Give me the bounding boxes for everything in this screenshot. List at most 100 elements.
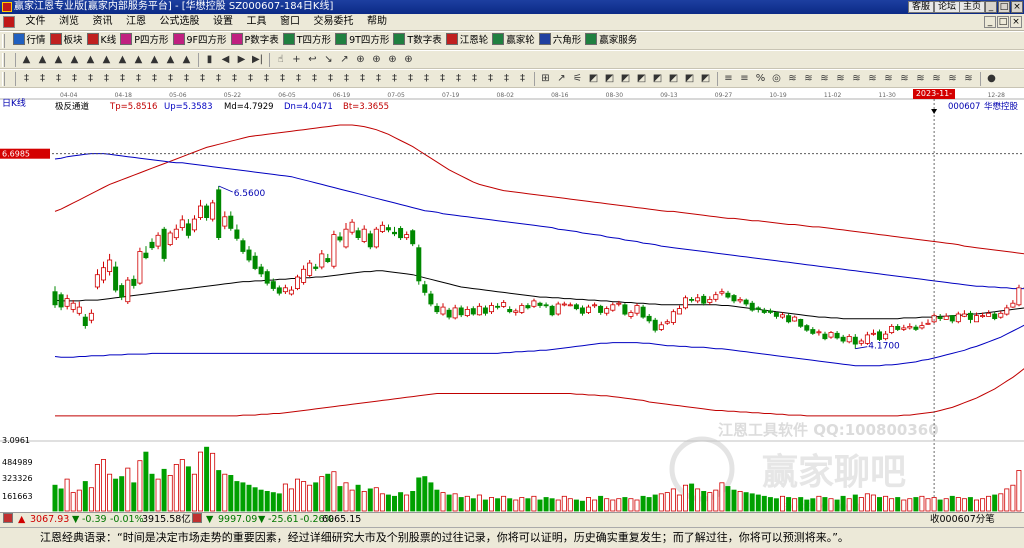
toolbar3-tool-50[interactable]: ≋ <box>785 71 801 87</box>
toolbar-button-11[interactable]: 六角形 <box>538 33 585 49</box>
menu-settings[interactable]: 设置 <box>208 14 238 30</box>
toolbar3-tool-56[interactable]: ≋ <box>881 71 897 87</box>
menu-file[interactable]: 文件 <box>21 14 51 30</box>
toolbar2-tool-4[interactable]: ▲ <box>67 52 83 68</box>
toolbar2-tool-5[interactable]: ▲ <box>83 52 99 68</box>
toolbar3-tool-1[interactable]: ‡ <box>19 71 35 87</box>
toolbar2-tool-24[interactable]: ⊕ <box>369 52 385 68</box>
toolbar2-tool-1[interactable]: ▲ <box>19 52 35 68</box>
menu-tools[interactable]: 工具 <box>242 14 272 30</box>
toolbar2-tool-14[interactable]: ◀ <box>218 52 234 68</box>
toolbar3-tool-25[interactable]: ‡ <box>403 71 419 87</box>
maximize-button[interactable]: □ <box>998 1 1010 13</box>
toolbar2-tool-20[interactable]: ↩ <box>305 52 321 68</box>
toolbar2-tool-9[interactable]: ▲ <box>147 52 163 68</box>
toolbar3-tool-52[interactable]: ≋ <box>817 71 833 87</box>
toolbar3-tool-44[interactable]: ◩ <box>698 71 714 87</box>
toolbar3-tool-42[interactable]: ◩ <box>666 71 682 87</box>
tick-detail-label[interactable]: 收000607分笔 <box>930 513 995 527</box>
toolbar3-tool-55[interactable]: ≋ <box>865 71 881 87</box>
toolbar-grip[interactable] <box>2 53 5 67</box>
menu-formula-screen[interactable]: 公式选股 <box>155 14 205 30</box>
toolbar3-tool-38[interactable]: ◩ <box>602 71 618 87</box>
toolbar3-tool-60[interactable]: ≋ <box>945 71 961 87</box>
toolbar3-tool-2[interactable]: ‡ <box>35 71 51 87</box>
toolbar3-tool-19[interactable]: ‡ <box>307 71 323 87</box>
toolbar-grip[interactable] <box>2 34 5 48</box>
toolbar3-tool-47[interactable]: ≡ <box>737 71 753 87</box>
toolbar3-tool-36[interactable]: ⚟ <box>570 71 586 87</box>
toolbar3-tool-61[interactable]: ≋ <box>961 71 977 87</box>
toolbar3-tool-6[interactable]: ‡ <box>99 71 115 87</box>
homepage-button[interactable]: 主页 <box>959 1 986 13</box>
toolbar3-tool-20[interactable]: ‡ <box>323 71 339 87</box>
toolbar2-tool-25[interactable]: ⊕ <box>385 52 401 68</box>
toolbar3-tool-22[interactable]: ‡ <box>355 71 371 87</box>
toolbar2-tool-13[interactable]: ▮ <box>202 52 218 68</box>
service-button[interactable]: 客服 <box>908 1 935 13</box>
toolbar-button-3[interactable]: P四方形 <box>119 33 171 49</box>
toolbar3-tool-21[interactable]: ‡ <box>339 71 355 87</box>
toolbar3-tool-26[interactable]: ‡ <box>419 71 435 87</box>
toolbar3-tool-28[interactable]: ‡ <box>451 71 467 87</box>
close-button[interactable]: × <box>1011 1 1023 13</box>
toolbar3-tool-3[interactable]: ‡ <box>51 71 67 87</box>
toolbar3-tool-8[interactable]: ‡ <box>131 71 147 87</box>
toolbar-button-12[interactable]: 赢家服务 <box>584 33 640 49</box>
mdi-close-button[interactable]: × <box>1010 16 1022 28</box>
minimize-button[interactable]: _ <box>985 1 997 13</box>
toolbar3-tool-10[interactable]: ‡ <box>163 71 179 87</box>
toolbar-button-6[interactable]: T四方形 <box>282 33 334 49</box>
toolbar-button-7[interactable]: 9T四方形 <box>334 33 392 49</box>
toolbar2-tool-26[interactable]: ⊕ <box>401 52 417 68</box>
toolbar-button-5[interactable]: P数字表 <box>230 33 282 49</box>
toolbar3-tool-58[interactable]: ≋ <box>913 71 929 87</box>
toolbar3-tool-63[interactable]: ● <box>984 71 1000 87</box>
toolbar-button-0[interactable]: 行情 <box>12 33 49 49</box>
toolbar-grip[interactable] <box>2 72 5 86</box>
toolbar3-tool-27[interactable]: ‡ <box>435 71 451 87</box>
toolbar3-tool-16[interactable]: ‡ <box>259 71 275 87</box>
toolbar3-tool-17[interactable]: ‡ <box>275 71 291 87</box>
menu-gann[interactable]: 江恩 <box>121 14 151 30</box>
toolbar3-tool-54[interactable]: ≋ <box>849 71 865 87</box>
toolbar3-tool-7[interactable]: ‡ <box>115 71 131 87</box>
toolbar3-tool-48[interactable]: % <box>753 71 769 87</box>
toolbar3-tool-30[interactable]: ‡ <box>483 71 499 87</box>
toolbar2-tool-18[interactable]: ☝ <box>273 52 289 68</box>
toolbar-button-2[interactable]: K线 <box>86 33 120 49</box>
toolbar2-tool-3[interactable]: ▲ <box>51 52 67 68</box>
forum-button[interactable]: 论坛 <box>934 1 961 13</box>
toolbar3-tool-4[interactable]: ‡ <box>67 71 83 87</box>
toolbar3-tool-9[interactable]: ‡ <box>147 71 163 87</box>
toolbar3-tool-51[interactable]: ≋ <box>801 71 817 87</box>
menu-window[interactable]: 窗口 <box>275 14 305 30</box>
toolbar3-tool-31[interactable]: ‡ <box>499 71 515 87</box>
toolbar-button-4[interactable]: 9F四方形 <box>172 33 230 49</box>
toolbar2-tool-10[interactable]: ▲ <box>163 52 179 68</box>
toolbar3-tool-24[interactable]: ‡ <box>387 71 403 87</box>
toolbar3-tool-39[interactable]: ◩ <box>618 71 634 87</box>
menu-help[interactable]: 帮助 <box>362 14 392 30</box>
toolbar3-tool-41[interactable]: ◩ <box>650 71 666 87</box>
toolbar3-tool-11[interactable]: ‡ <box>179 71 195 87</box>
toolbar2-tool-23[interactable]: ⊕ <box>353 52 369 68</box>
toolbar3-tool-32[interactable]: ‡ <box>515 71 531 87</box>
toolbar-button-10[interactable]: 赢家轮 <box>491 33 538 49</box>
toolbar3-tool-40[interactable]: ◩ <box>634 71 650 87</box>
toolbar3-tool-29[interactable]: ‡ <box>467 71 483 87</box>
toolbar3-tool-13[interactable]: ‡ <box>211 71 227 87</box>
toolbar3-tool-23[interactable]: ‡ <box>371 71 387 87</box>
toolbar2-tool-16[interactable]: ▶| <box>250 52 266 68</box>
menu-news[interactable]: 资讯 <box>88 14 118 30</box>
toolbar-button-8[interactable]: T数字表 <box>392 33 444 49</box>
toolbar3-tool-43[interactable]: ◩ <box>682 71 698 87</box>
toolbar3-tool-5[interactable]: ‡ <box>83 71 99 87</box>
toolbar2-tool-22[interactable]: ↗ <box>337 52 353 68</box>
toolbar3-tool-46[interactable]: ≡ <box>721 71 737 87</box>
toolbar3-tool-12[interactable]: ‡ <box>195 71 211 87</box>
toolbar3-tool-59[interactable]: ≋ <box>929 71 945 87</box>
chart-canvas[interactable]: 04-04 04-18 05-06 05-22 06-05 06-19 07-05 07-19… <box>0 89 1024 512</box>
toolbar3-tool-34[interactable]: ⊞ <box>538 71 554 87</box>
toolbar2-tool-6[interactable]: ▲ <box>99 52 115 68</box>
